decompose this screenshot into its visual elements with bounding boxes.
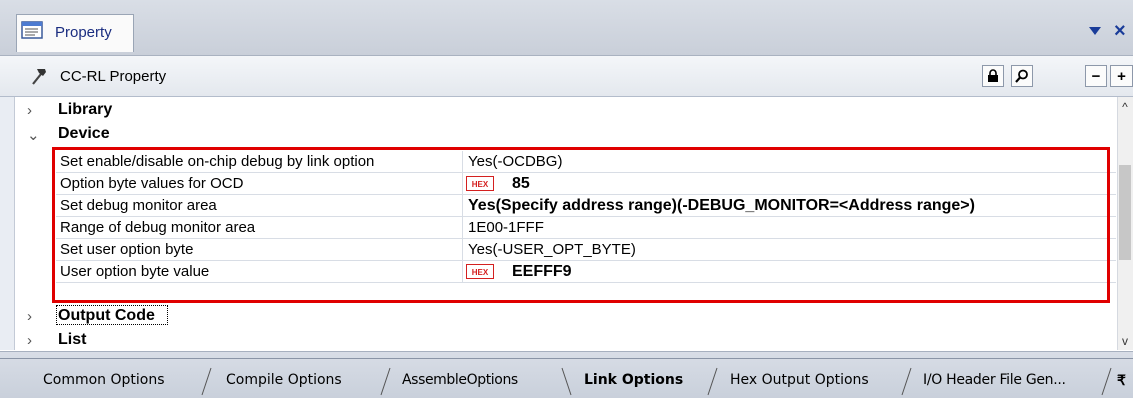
property-name: Option byte values for OCD <box>60 175 244 192</box>
chevron-right-icon[interactable]: › <box>27 332 32 349</box>
tabstrip-divider <box>0 358 1133 359</box>
scroll-down-icon[interactable]: v <box>1117 334 1133 348</box>
category-label: Library <box>58 101 113 118</box>
property-value[interactable]: EEFFF9 <box>512 263 572 281</box>
tab-common-options[interactable]: Common Options <box>43 365 193 397</box>
tab-label: AssembleOptions <box>402 372 518 388</box>
property-value[interactable]: Yes(-OCDBG) <box>468 153 562 170</box>
tab-separator <box>201 367 212 396</box>
chevron-down-icon[interactable]: ⌄ <box>27 126 40 144</box>
category-output-code[interactable]: › Output Code <box>15 305 1116 329</box>
hammer-icon <box>32 69 46 85</box>
collapse-all-button[interactable]: − <box>1085 65 1107 87</box>
column-separator <box>462 151 463 173</box>
column-separator <box>462 239 463 261</box>
property-row[interactable]: Set debug monitor area Yes(Specify addre… <box>56 195 1116 217</box>
lock-button[interactable] <box>982 65 1004 87</box>
property-name: Range of debug monitor area <box>60 219 256 236</box>
property-tab-label: Property <box>55 24 112 41</box>
property-row[interactable]: Set user option byte Yes(-USER_OPT_BYTE) <box>56 239 1116 261</box>
toolbar-title: CC-RL Property <box>60 68 167 85</box>
lock-icon <box>988 69 998 82</box>
column-separator <box>462 261 463 283</box>
property-value[interactable]: 1E00-1FFF <box>468 219 544 236</box>
property-row[interactable]: User option byte value HEX EEFFF9 <box>56 261 1116 283</box>
property-row[interactable]: Set enable/disable on-chip debug by link… <box>56 151 1116 173</box>
property-name: User option byte value <box>60 263 210 280</box>
chevron-right-icon[interactable]: › <box>27 308 32 325</box>
close-icon[interactable]: × <box>1114 21 1126 41</box>
scroll-thumb[interactable] <box>1119 165 1131 260</box>
category-library[interactable]: › Library <box>15 99 1116 123</box>
focus-outline <box>56 305 168 325</box>
scroll-up-icon[interactable]: ^ <box>1117 100 1133 114</box>
category-label: List <box>58 331 87 348</box>
tab-assemble-options[interactable]: AssembleOptions <box>402 365 557 397</box>
tab-label: Link Options <box>584 372 684 388</box>
tab-link-options[interactable]: Link Options <box>584 365 704 397</box>
property-panel-titlebar <box>0 0 1133 56</box>
column-separator <box>462 217 463 239</box>
tab-io-header-file-gen[interactable]: I/O Header File Gen... <box>923 365 1103 397</box>
property-value[interactable]: 85 <box>512 175 530 193</box>
property-name: Set user option byte <box>60 241 194 258</box>
property-name: Set enable/disable on-chip debug by link… <box>60 153 375 170</box>
property-window-icon <box>21 21 43 39</box>
category-device[interactable]: ⌄ Device <box>15 123 1116 147</box>
dropdown-arrow-icon[interactable] <box>1089 26 1101 36</box>
hex-badge-icon: HEX <box>466 264 494 279</box>
grid-gutter <box>0 97 15 350</box>
tab-overflow-icon[interactable]: ₹ <box>1117 372 1126 389</box>
category-label: Device <box>58 125 110 142</box>
property-tab[interactable]: Property <box>16 14 134 52</box>
property-value[interactable]: Yes(-USER_OPT_BYTE) <box>468 241 636 258</box>
property-row[interactable]: Range of debug monitor area 1E00-1FFF <box>56 217 1116 239</box>
tab-separator <box>1101 367 1112 396</box>
column-separator <box>462 195 463 217</box>
tab-hex-output-options[interactable]: Hex Output Options <box>730 365 900 397</box>
tab-separator <box>561 367 572 396</box>
tab-separator <box>901 367 912 396</box>
property-name: Set debug monitor area <box>60 197 217 214</box>
search-icon <box>1015 69 1028 83</box>
property-toolbar <box>0 56 1133 97</box>
property-value[interactable]: Yes(Specify address range)(-DEBUG_MONITO… <box>468 197 975 215</box>
category-list[interactable]: › List <box>15 329 1116 353</box>
tab-separator <box>380 367 391 396</box>
expand-all-button[interactable]: + <box>1110 65 1133 87</box>
tab-separator <box>707 367 718 396</box>
column-separator <box>462 173 463 195</box>
tab-compile-options[interactable]: Compile Options <box>226 365 376 397</box>
search-button[interactable] <box>1011 65 1033 87</box>
chevron-right-icon[interactable]: › <box>27 102 32 119</box>
property-row[interactable]: Option byte values for OCD HEX 85 <box>56 173 1116 195</box>
tab-label: I/O Header File Gen... <box>923 372 1066 388</box>
tab-label: Compile Options <box>226 372 342 388</box>
hex-badge-icon: HEX <box>466 176 494 191</box>
tab-label: Common Options <box>43 372 165 388</box>
tab-label: Hex Output Options <box>730 372 869 388</box>
